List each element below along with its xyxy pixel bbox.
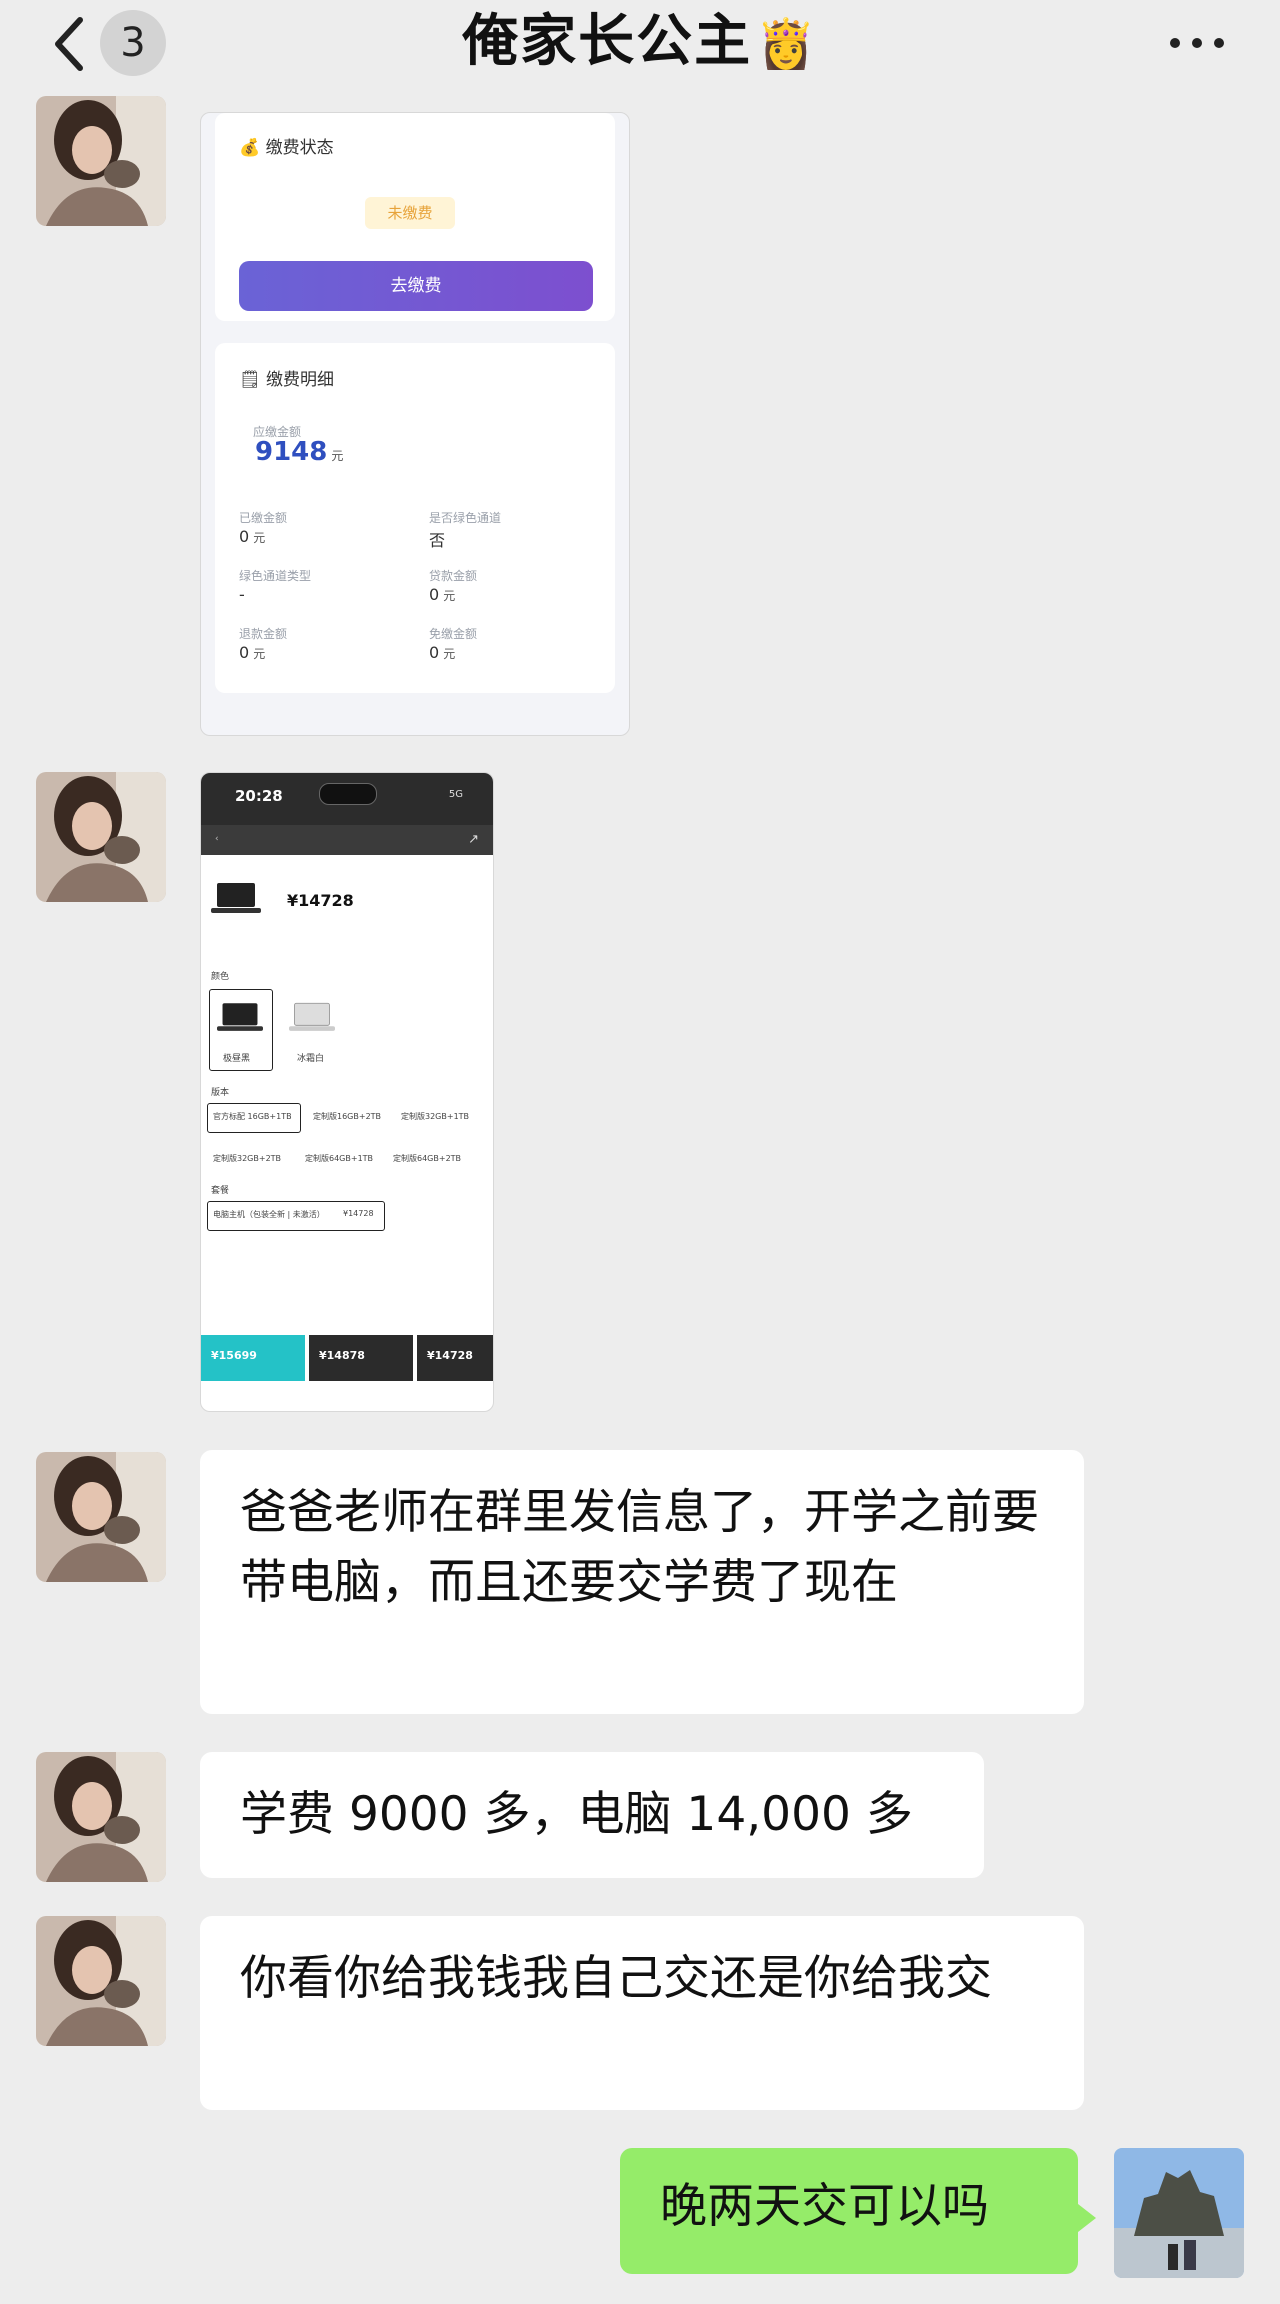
version-option: 定制版64GB+1TB — [305, 1154, 374, 1163]
url-text: ‹ — [215, 834, 219, 844]
field-value: 0元 — [239, 643, 266, 662]
laptop-thumbnail-icon — [211, 883, 261, 913]
chat-title: 俺家长公主👸 — [0, 6, 1280, 80]
product-price: ¥14728 — [287, 891, 354, 910]
bundle-option-price: ¥14728 — [343, 1209, 374, 1218]
field-value: 0元 — [429, 585, 456, 604]
field-value: - — [239, 585, 245, 604]
money-bag-icon: 💰 — [239, 138, 261, 158]
price-option: ¥14878 — [309, 1335, 413, 1381]
contact-avatar[interactable] — [36, 1916, 166, 2046]
price-option: ¥15699 — [201, 1335, 305, 1381]
message-bubble[interactable]: 学费 9000 多，电脑 14,000 多 — [200, 1752, 984, 1878]
status-time: 20:28 — [235, 787, 283, 805]
network-indicator: 5G — [448, 789, 463, 800]
contact-avatar[interactable] — [36, 1452, 166, 1582]
fee-detail-card: 🗒 缴费明细 应缴金额 9148 元 已缴金额 0元 是否绿色通道 否 绿色通道类… — [215, 343, 615, 693]
more-dot-icon — [1214, 38, 1224, 48]
color-option-label: 极昼黑 — [223, 1054, 251, 1064]
chat-title-text: 俺家长公主 — [462, 9, 753, 74]
unpaid-badge: 未缴费 — [365, 197, 455, 229]
go-pay-button: 去缴费 — [239, 261, 593, 311]
share-icon: ↗ — [468, 832, 479, 847]
version-option: 定制版32GB+1TB — [401, 1112, 470, 1121]
version-option: 官方标配 16GB+1TB — [213, 1112, 292, 1121]
list-icon: 🗒 — [239, 370, 261, 390]
my-avatar-image — [1114, 2148, 1244, 2278]
field-label: 是否绿色通道 — [429, 511, 502, 525]
contact-avatar-image — [36, 96, 166, 226]
price-option: ¥14728 — [417, 1335, 493, 1381]
fee-status-card: 💰 缴费状态 未缴费 去缴费 — [215, 113, 615, 321]
laptop-purchase-image[interactable]: 20:28 5G ‹ ↗ ¥14728 颜色 极昼黑 冰霜白 版本 官方标配 16… — [200, 772, 494, 1412]
message-bubble[interactable]: 爸爸老师在群里发信息了，开学之前要带电脑，而且还要交学费了现在 — [200, 1450, 1084, 1714]
contact-avatar[interactable] — [36, 1752, 166, 1882]
url-bar: ‹ ↗ — [201, 825, 493, 855]
contact-avatar-image — [36, 772, 166, 902]
field-value: 0元 — [239, 527, 266, 546]
version-option: 定制版16GB+2TB — [313, 1112, 382, 1121]
field-label: 已缴金额 — [239, 511, 288, 525]
more-dot-icon — [1192, 38, 1202, 48]
my-message-bubble[interactable]: 晚两天交可以吗 — [620, 2148, 1096, 2274]
dynamic-island — [319, 783, 377, 805]
field-label: 贷款金额 — [429, 569, 478, 583]
contact-avatar[interactable] — [36, 772, 166, 902]
my-avatar[interactable] — [1114, 2148, 1244, 2278]
laptop-black-icon — [217, 1003, 263, 1031]
more-dot-icon — [1170, 38, 1180, 48]
fee-detail-title: 缴费明细 — [266, 370, 334, 390]
contact-avatar-image — [36, 1452, 166, 1582]
chat-header: 3 俺家长公主👸 — [0, 0, 1280, 120]
field-label: 免缴金额 — [429, 627, 478, 641]
laptop-white-icon — [289, 1002, 335, 1031]
bundle-option: 电脑主机（包装全新 | 未激活） — [213, 1210, 325, 1219]
field-value: 0元 — [429, 643, 456, 662]
contact-avatar[interactable] — [36, 96, 166, 226]
fee-status-title: 缴费状态 — [265, 138, 334, 158]
contact-avatar-image — [36, 1916, 166, 2046]
total-amount: 9148 元 — [255, 437, 344, 467]
version-label: 版本 — [211, 1088, 230, 1098]
bundle-label: 套餐 — [211, 1186, 230, 1196]
more-options-button[interactable] — [1162, 12, 1232, 72]
message-bubble[interactable]: 你看你给我钱我自己交还是你给我交 — [200, 1916, 1084, 2110]
princess-emoji: 👸 — [756, 16, 818, 72]
color-label: 颜色 — [211, 972, 230, 982]
fee-status-image[interactable]: 💰 缴费状态 未缴费 去缴费 🗒 缴费明细 应缴金额 9148 元 已缴金额 0元… — [200, 112, 630, 736]
color-option-label: 冰霜白 — [297, 1054, 325, 1064]
version-option: 定制版32GB+2TB — [213, 1154, 282, 1163]
field-label: 退款金额 — [239, 627, 288, 641]
contact-avatar-image — [36, 1752, 166, 1882]
phone-status-bar: 20:28 5G — [201, 773, 493, 825]
field-value: 否 — [429, 531, 446, 550]
version-option: 定制版64GB+2TB — [393, 1154, 462, 1163]
field-label: 绿色通道类型 — [239, 569, 312, 583]
